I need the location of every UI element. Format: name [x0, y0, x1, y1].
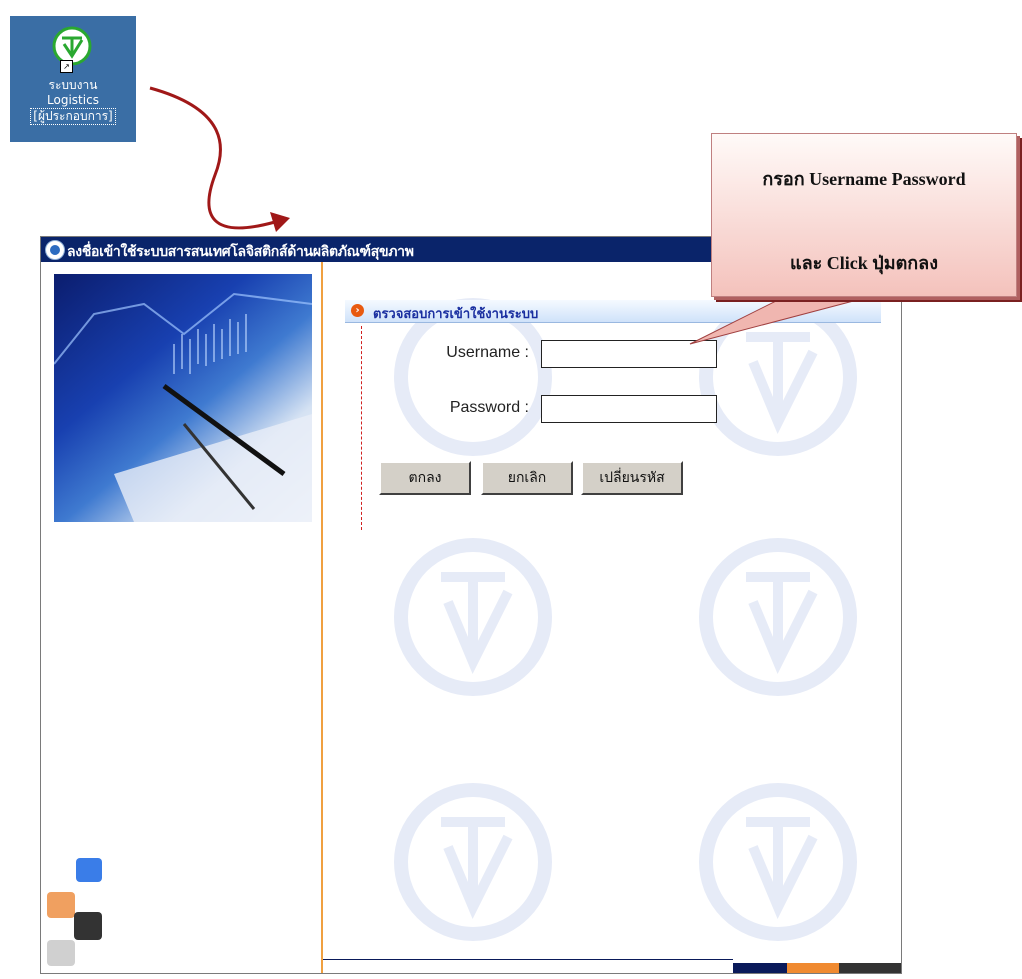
- desktop-icon-label-line1: ระบบงาน: [48, 78, 98, 92]
- username-input[interactable]: [541, 340, 717, 368]
- desktop-icon-label: ระบบงาน Logistics [ผู้ประกอบการ]: [16, 78, 130, 125]
- change-password-button[interactable]: เปลี่ยนรหัส: [581, 461, 683, 495]
- arrow-circle-icon: ›: [351, 304, 364, 317]
- tile-orange: [47, 892, 75, 918]
- tile-gray: [47, 940, 75, 966]
- left-banner-panel: [41, 262, 323, 973]
- shortcut-arrow-icon: ↗: [60, 60, 73, 73]
- arrow-head-icon: [270, 212, 290, 232]
- login-window: ลงชื่อเข้าใช้ระบบสารสนเทศโลจิสติกส์ด้านผ…: [40, 236, 902, 974]
- footer-bar-navy: [733, 963, 787, 973]
- tile-blue: [76, 858, 102, 882]
- dashed-divider: [361, 326, 362, 530]
- callout-line2: และ Click ปุ่มตกลง: [790, 253, 938, 273]
- footer-bar-orange: [787, 963, 839, 973]
- username-label: Username :: [446, 344, 529, 361]
- banner-image: [54, 274, 312, 522]
- callout-line1: กรอก Username Password: [762, 169, 966, 189]
- footer-line: [323, 959, 733, 960]
- pointer-arrow-path: [149, 86, 276, 230]
- cancel-button[interactable]: ยกเลิก: [481, 461, 573, 495]
- login-main-panel: › ตรวจสอบการเข้าใช้งานระบบ Username : Pa…: [323, 262, 901, 973]
- ok-button[interactable]: ตกลง: [379, 461, 471, 495]
- tile-dark: [74, 912, 102, 940]
- banner-graphic: [54, 292, 312, 522]
- desktop-icon-label-line2: Logistics: [47, 93, 99, 107]
- section-header: › ตรวจสอบการเข้าใช้งานระบบ: [345, 300, 881, 323]
- instruction-callout: กรอก Username Password และ Click ปุ่มตกล…: [711, 133, 1017, 297]
- desktop-icon-label-line3: [ผู้ประกอบการ]: [30, 108, 116, 125]
- window-title: ลงชื่อเข้าใช้ระบบสารสนเทศโลจิสติกส์ด้านผ…: [67, 244, 414, 260]
- footer-bar-dark: [839, 963, 901, 973]
- desktop-shortcut-logistics[interactable]: ↗ ระบบงาน Logistics [ผู้ประกอบการ]: [10, 16, 136, 142]
- password-input[interactable]: [541, 395, 717, 423]
- globe-icon: [45, 240, 65, 260]
- section-header-title: ตรวจสอบการเข้าใช้งานระบบ: [373, 307, 539, 322]
- password-label: Password :: [449, 399, 529, 416]
- watermark-background: [394, 298, 857, 941]
